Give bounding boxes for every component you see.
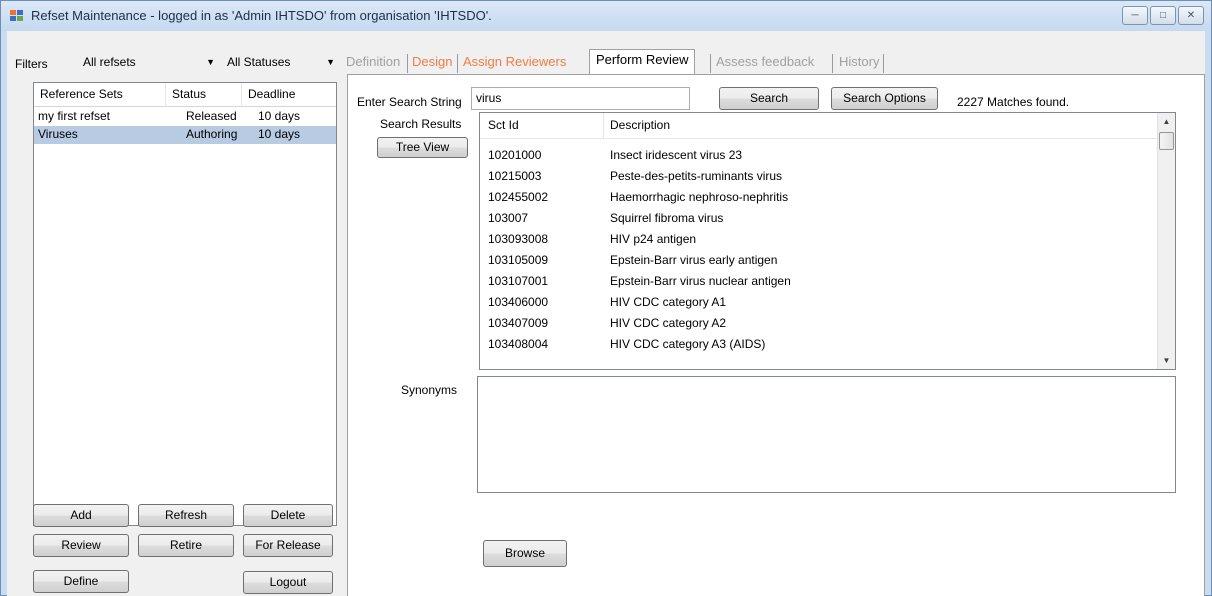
window-title: Refset Maintenance - logged in as 'Admin…	[31, 8, 492, 23]
chevron-down-icon: ▼	[206, 57, 215, 67]
results-list-header: Sct Id Description	[480, 113, 1157, 139]
synonyms-box[interactable]	[477, 376, 1176, 493]
client-area: Filters All refsets ▼ All Statuses ▼ Ref…	[7, 31, 1205, 596]
tab-design[interactable]: Design	[409, 53, 455, 73]
tab-assess-feedback[interactable]: Assess feedback	[713, 53, 817, 73]
chevron-down-icon: ▼	[326, 57, 335, 67]
result-description: Peste-des-petits-ruminants virus	[610, 169, 783, 183]
scroll-thumb[interactable]	[1159, 132, 1174, 150]
result-row[interactable]: 10215003 Peste-des-petits-ruminants virus	[480, 166, 1157, 187]
refresh-button[interactable]: Refresh	[138, 504, 234, 527]
result-row[interactable]: 10201000 Insect iridescent virus 23	[480, 145, 1157, 166]
refset-name: Viruses	[38, 127, 78, 141]
result-description: HIV p24 antigen	[610, 232, 697, 246]
app-icon	[10, 10, 24, 22]
search-results-label: Search Results	[380, 117, 462, 131]
tab-separator	[710, 54, 711, 73]
result-description: Epstein-Barr virus nuclear antigen	[610, 274, 791, 288]
result-row[interactable]: 103107001 Epstein-Barr virus nuclear anti…	[480, 271, 1157, 292]
retire-button[interactable]: Retire	[138, 534, 234, 557]
scroll-up-icon[interactable]: ▲	[1158, 113, 1175, 130]
result-row[interactable]: 103093008 HIV p24 antigen	[480, 229, 1157, 250]
result-description: Insect iridescent virus 23	[610, 148, 743, 162]
result-sct-id: 103408004	[488, 337, 549, 351]
refset-name: my first refset	[38, 109, 111, 123]
result-description: Epstein-Barr virus early antigen	[610, 253, 778, 267]
tab-separator	[883, 54, 884, 73]
result-description: HIV CDC category A2	[610, 316, 727, 330]
search-options-button[interactable]: Search Options	[831, 87, 938, 110]
tree-view-button[interactable]: Tree View	[377, 137, 468, 158]
column-header-status[interactable]: Status	[166, 83, 242, 107]
browse-button[interactable]: Browse	[483, 540, 567, 567]
result-row[interactable]: 103407009 HIV CDC category A2	[480, 313, 1157, 334]
refset-deadline: 10 days	[258, 109, 301, 123]
refset-list[interactable]: Reference Sets Status Deadline my first …	[33, 82, 337, 526]
review-button[interactable]: Review	[33, 534, 129, 557]
result-row[interactable]: 103007 Squirrel fibroma virus	[480, 208, 1157, 229]
result-sct-id: 10215003	[488, 169, 542, 183]
column-header-deadline[interactable]: Deadline	[242, 83, 336, 107]
tab-history[interactable]: History	[836, 53, 882, 73]
result-row[interactable]: 103408004 HIV CDC category A3 (AIDS)	[480, 334, 1157, 355]
delete-button[interactable]: Delete	[243, 504, 333, 527]
logout-button[interactable]: Logout	[243, 571, 333, 594]
search-button[interactable]: Search	[719, 87, 819, 110]
define-button[interactable]: Define	[33, 570, 129, 593]
tab-separator	[832, 54, 833, 73]
add-button[interactable]: Add	[33, 504, 129, 527]
refset-row-selected[interactable]: Viruses Authoring 10 days	[34, 126, 336, 144]
close-icon[interactable]: ✕	[1178, 6, 1204, 25]
search-input[interactable]: virus	[471, 87, 690, 110]
result-sct-id: 103105009	[488, 253, 549, 267]
refset-status: Authoring	[186, 127, 238, 141]
column-header-reference-sets[interactable]: Reference Sets	[34, 83, 166, 107]
column-header-description[interactable]: Description	[604, 113, 1157, 139]
status-filter-value: All Statuses	[227, 55, 291, 69]
refset-deadline: 10 days	[258, 127, 301, 141]
refset-filter-dropdown[interactable]: All refsets ▼	[79, 52, 219, 74]
result-row[interactable]: 103105009 Epstein-Barr virus early antige…	[480, 250, 1157, 271]
status-filter-dropdown[interactable]: All Statuses ▼	[223, 52, 339, 74]
result-description: HIV CDC category A1	[610, 295, 727, 309]
result-sct-id: 103406000	[488, 295, 549, 309]
result-sct-id: 103093008	[488, 232, 549, 246]
result-sct-id: 102455002	[488, 190, 549, 204]
tab-definition[interactable]: Definition	[343, 53, 403, 73]
title-bar[interactable]: Refset Maintenance - logged in as 'Admin…	[1, 1, 1211, 31]
result-sct-id: 10201000	[488, 148, 542, 162]
results-scrollbar[interactable]: ▲ ▼	[1157, 113, 1175, 369]
search-results-list[interactable]: Sct Id Description 10201000 Insect irides…	[479, 112, 1176, 370]
refset-row[interactable]: my first refset Released 10 days	[34, 108, 336, 126]
refset-list-header: Reference Sets Status Deadline	[34, 83, 336, 107]
maximize-icon[interactable]: □	[1150, 6, 1176, 25]
tab-separator	[407, 54, 408, 73]
minimize-icon[interactable]: ─	[1122, 6, 1148, 25]
result-description: Haemorrhagic nephroso-nephritis	[610, 190, 789, 204]
result-description: Squirrel fibroma virus	[610, 211, 724, 225]
result-description: HIV CDC category A3 (AIDS)	[610, 337, 766, 351]
tab-separator	[457, 54, 458, 73]
search-string-label: Enter Search String	[357, 95, 462, 109]
scroll-down-icon[interactable]: ▼	[1158, 352, 1175, 369]
synonyms-label: Synonyms	[401, 383, 458, 397]
result-row[interactable]: 103406000 HIV CDC category A1	[480, 292, 1157, 313]
tab-perform-review[interactable]: Perform Review	[589, 49, 696, 75]
refset-status: Released	[186, 109, 237, 123]
result-sct-id: 103407009	[488, 316, 549, 330]
refset-filter-value: All refsets	[83, 55, 136, 69]
result-row[interactable]: 102455002 Haemorrhagic nephroso-nephritis	[480, 187, 1157, 208]
filters-label: Filters	[15, 57, 48, 71]
column-header-sct-id[interactable]: Sct Id	[480, 113, 604, 139]
match-count: 2227 Matches found.	[957, 95, 1070, 109]
result-sct-id: 103107001	[488, 274, 549, 288]
result-sct-id: 103007	[488, 211, 529, 225]
tab-assign-reviewers[interactable]: Assign Reviewers	[460, 53, 569, 73]
for-release-button[interactable]: For Release	[243, 534, 333, 557]
app-window: Refset Maintenance - logged in as 'Admin…	[0, 0, 1212, 596]
